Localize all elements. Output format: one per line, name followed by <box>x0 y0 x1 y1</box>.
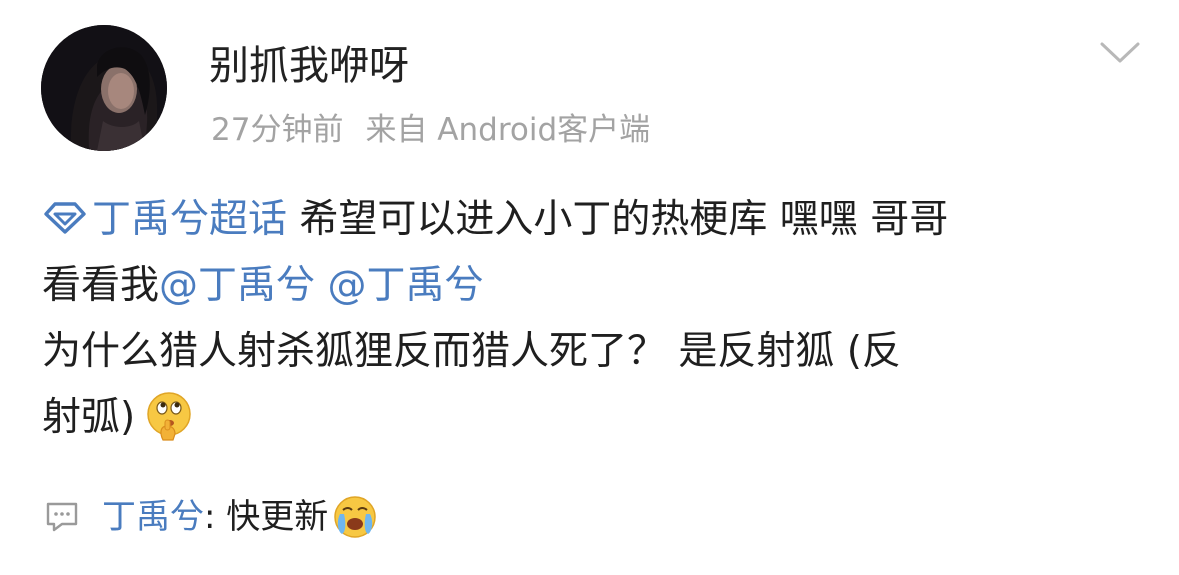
comment-preview[interactable]: 丁禹兮: 快更新 <box>44 494 378 540</box>
avatar[interactable] <box>41 25 167 151</box>
content-line-3: 为什么猎人射杀狐狸反而猎人死了？ 是反射狐 (反 <box>42 329 902 374</box>
content-text-1: 希望可以进入小丁的热梗库 嘿嘿 哥哥 <box>287 197 949 242</box>
post-time: 27分钟前 <box>211 112 344 148</box>
comment-text: : 快更新 <box>204 497 329 537</box>
crying-face-icon <box>334 496 377 538</box>
content-line-4: 射弧) <box>42 385 1142 451</box>
content-line-2: 看看我@丁禹兮 @丁禹兮 <box>42 253 1142 319</box>
content-text-2: 看看我 <box>42 263 160 308</box>
weibo-post: 别抓我咿呀 27分钟前 来自 Android客户端 丁禹兮超话 希望可以进入小丁的… <box>0 0 1179 575</box>
diamond-topic-icon <box>44 202 86 234</box>
author-name[interactable]: 别抓我咿呀 <box>209 40 409 92</box>
comment-icon <box>46 502 78 532</box>
thinking-face-icon <box>147 392 191 441</box>
mention-link-1[interactable]: @丁禹兮 <box>159 263 315 308</box>
comment-author[interactable]: 丁禹兮 <box>102 497 204 537</box>
topic-link[interactable]: 丁禹兮超话 <box>42 197 287 242</box>
post-content: 丁禹兮超话 希望可以进入小丁的热梗库 嘿嘿 哥哥 看看我@丁禹兮 @丁禹兮 为什… <box>42 187 1142 451</box>
avatar-photo <box>41 25 167 151</box>
post-meta: 27分钟前 来自 Android客户端 <box>211 108 650 152</box>
content-text-4: 射弧) <box>42 395 136 440</box>
topic-name: 丁禹兮超话 <box>92 197 288 242</box>
mention-link-2[interactable]: @丁禹兮 <box>327 263 483 308</box>
content-line-1: 丁禹兮超话 希望可以进入小丁的热梗库 嘿嘿 哥哥 <box>42 187 1142 253</box>
post-source: 来自 Android客户端 <box>365 112 651 148</box>
chevron-down-icon[interactable] <box>1094 36 1146 68</box>
